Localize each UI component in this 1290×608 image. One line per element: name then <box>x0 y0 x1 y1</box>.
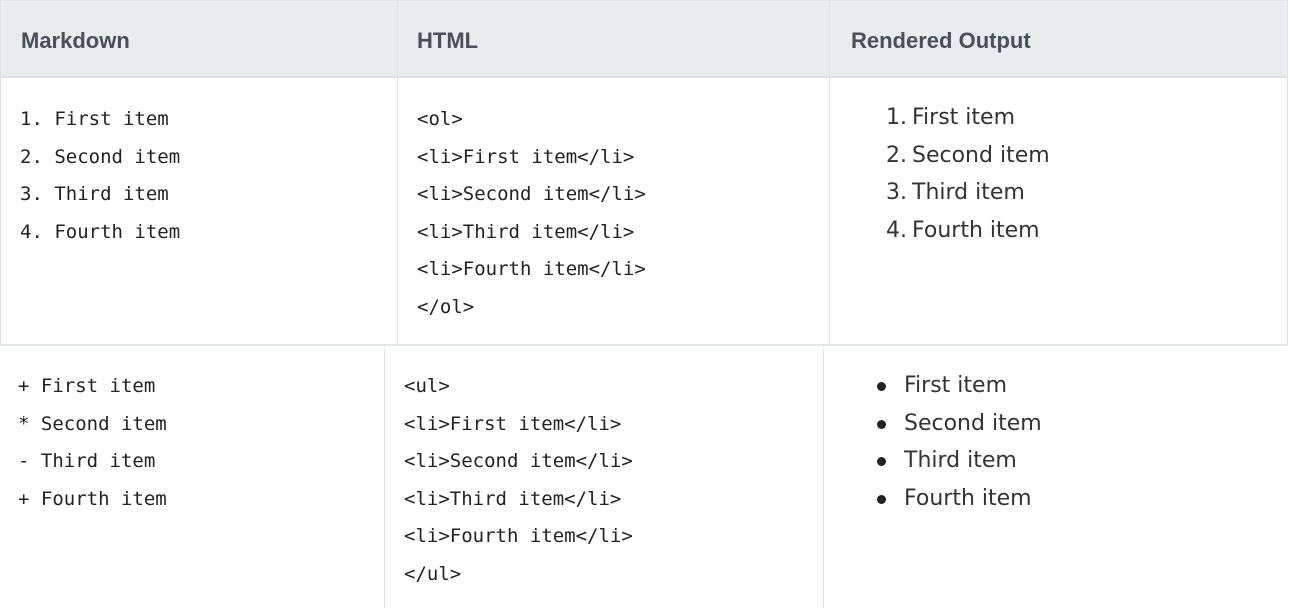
column-divider <box>823 349 824 608</box>
list-item-text: Fourth item <box>912 217 1040 243</box>
list-item-text: Second item <box>912 142 1050 168</box>
markdown-lists-table: Markdown HTML Rendered Output 1. First i… <box>0 0 1290 608</box>
list-number: 4. <box>886 217 907 243</box>
html-line: <ul> <box>404 375 450 397</box>
html-line: </ul> <box>404 562 462 585</box>
markdown-line: 2. Second item <box>20 145 181 168</box>
rendered-ordered-list: 1. First item 2. Second item 3. Third item … <box>886 99 1050 249</box>
table-header-row: Markdown HTML Rendered Output <box>0 0 1288 78</box>
list-number: 2. <box>886 142 907 168</box>
bullet-icon <box>877 494 886 504</box>
list-item: Second item <box>874 405 1042 443</box>
list-item: 1. First item <box>886 99 1050 137</box>
column-divider <box>384 349 385 608</box>
bullet-icon <box>877 457 886 466</box>
markdown-unordered-cell: + First item * Second item - Third item … <box>18 368 167 518</box>
list-item-text: Third item <box>912 180 1025 205</box>
markdown-line: * Second item <box>18 412 167 435</box>
html-line: <li>First item</li> <box>404 412 622 435</box>
list-item-text: First item <box>904 373 1007 398</box>
markdown-line: + First item <box>18 375 156 397</box>
list-item: 3. Third item <box>886 174 1050 212</box>
list-item: 4. Fourth item <box>886 212 1050 250</box>
bullet-icon <box>877 382 886 391</box>
markdown-line: 4. Fourth item <box>20 220 181 243</box>
header-markdown: Markdown <box>21 28 130 53</box>
html-line: <li>Fourth item</li> <box>417 258 646 280</box>
html-line: <li>Third item</li> <box>417 220 635 243</box>
html-line: <li>Fourth item</li> <box>404 525 633 547</box>
list-number: 3. <box>886 180 907 205</box>
html-line: <li>Second item</li> <box>404 450 633 472</box>
list-item: First item <box>874 367 1042 405</box>
list-item-text: Third item <box>904 448 1017 473</box>
bullet-icon <box>877 419 886 429</box>
list-item: Fourth item <box>874 480 1042 518</box>
list-item-text: Fourth item <box>904 485 1032 511</box>
html-line: <li>Third item</li> <box>404 487 622 510</box>
html-line: <ol> <box>417 108 463 130</box>
list-item-text: First item <box>912 105 1015 130</box>
rendered-unordered-list: First item Second item Third item Fourth… <box>874 367 1042 517</box>
markdown-line: 1. First item <box>20 108 169 130</box>
list-number: 1. <box>886 105 907 130</box>
html-ordered-cell: <ol> <li>First item</li> <li>Second item… <box>417 101 646 326</box>
header-rendered-output: Rendered Output <box>851 28 1031 53</box>
header-html: HTML <box>417 28 479 53</box>
list-item: 2. Second item <box>886 137 1050 175</box>
markdown-line: 3. Third item <box>20 183 169 205</box>
html-line: </ol> <box>417 295 475 318</box>
html-line: <li>First item</li> <box>417 145 635 168</box>
html-line: <li>Second item</li> <box>417 183 646 205</box>
markdown-line: + Fourth item <box>18 487 167 510</box>
list-item: Third item <box>874 442 1042 480</box>
markdown-ordered-cell: 1. First item 2. Second item 3. Third it… <box>20 101 180 251</box>
html-unordered-cell: <ul> <li>First item</li> <li>Second item… <box>404 368 633 593</box>
list-item-text: Second item <box>904 410 1042 436</box>
markdown-line: - Third item <box>18 450 156 472</box>
